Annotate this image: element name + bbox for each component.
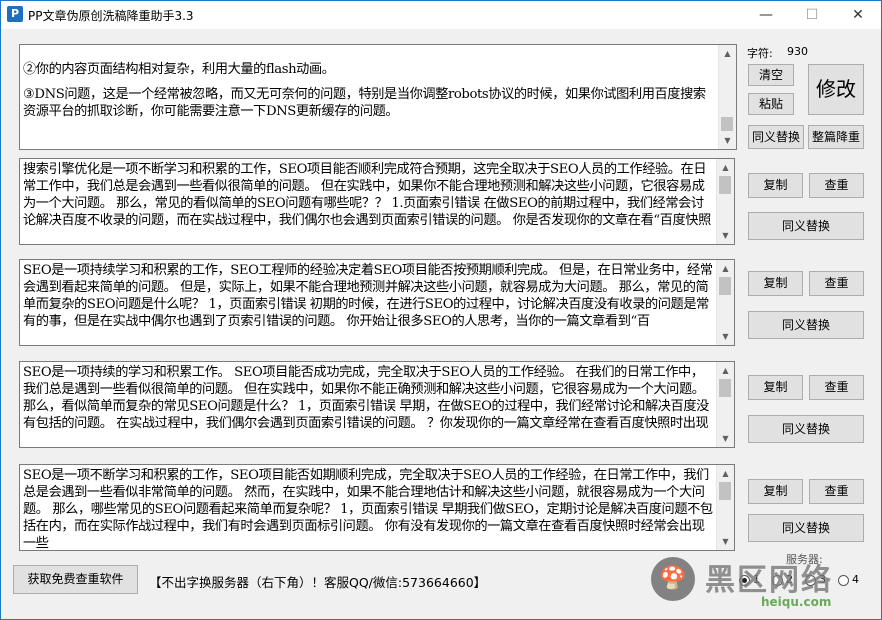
scroll-thumb[interactable]	[719, 277, 731, 295]
watermark-brand: 黑区网络	[705, 563, 833, 598]
check-duplicate-button-1[interactable]: 查重	[809, 173, 864, 198]
paste-button[interactable]: 粘贴	[748, 93, 794, 115]
result-synonym-button-3[interactable]: 同义替换	[748, 415, 864, 443]
get-free-software-button[interactable]: 获取免费查重软件	[13, 565, 138, 594]
copy-button-3[interactable]: 复制	[748, 375, 803, 400]
full-rewrite-button[interactable]: 整篇降重	[808, 125, 864, 149]
scroll-down-icon[interactable]: ▼	[717, 227, 734, 244]
app-logo-icon: P	[7, 6, 23, 22]
close-button[interactable]: ✕	[835, 1, 881, 29]
scroll-up-icon[interactable]: ▲	[717, 260, 734, 277]
watermark-url: heiqu.com	[761, 595, 832, 609]
result-scrollbar[interactable]: ▲ ▼	[716, 260, 734, 345]
clear-button[interactable]: 清空	[748, 64, 794, 86]
result-editor-2[interactable]: SEO是一项持续学习和积累的工作，SEO工程师的经验决定着SEO项目能否按预期顺…	[19, 259, 735, 346]
window-title: PP文章伪原创洗稿降重助手3.3	[28, 9, 194, 23]
site-watermark: 🍄 黑区网络 heiqu.com	[643, 551, 881, 619]
scroll-up-icon[interactable]: ▲	[719, 45, 736, 62]
scroll-thumb[interactable]	[719, 176, 731, 194]
app-window: P PP文章伪原创洗稿降重助手3.3 — ☐ ✕ ②你的内容页面结构相对复杂，利…	[0, 0, 882, 620]
scroll-down-icon[interactable]: ▼	[717, 430, 734, 447]
check-duplicate-button-2[interactable]: 查重	[809, 271, 864, 296]
editor-scrollbar[interactable]: ▲ ▼	[718, 45, 736, 149]
scroll-down-icon[interactable]: ▼	[717, 328, 734, 345]
result-editor-4[interactable]: SEO是一项不断学习和积累的工作，SEO项目能否如期顺利完成，完全取决于SEO人…	[19, 464, 735, 551]
source-text-editor[interactable]: ②你的内容页面结构相对复杂，利用大量的flash动画。 ③DNS问题，这是一个经…	[19, 44, 737, 150]
scroll-down-icon[interactable]: ▼	[717, 533, 734, 550]
scroll-thumb[interactable]	[719, 379, 731, 397]
result-text: 搜索引擎优化是一项不断学习和积累的工作，SEO项目能否顺利完成符合预期，这完全取…	[23, 162, 711, 228]
scroll-up-icon[interactable]: ▲	[717, 465, 734, 482]
result-scrollbar[interactable]: ▲ ▼	[716, 159, 734, 244]
copy-button-4[interactable]: 复制	[748, 479, 803, 504]
editor-paragraph: ③DNS问题，这是一个经常被忽略，而又无可奈何的问题，特别是当你调整robots…	[23, 87, 706, 119]
scroll-thumb[interactable]	[721, 117, 733, 131]
result-synonym-button-2[interactable]: 同义替换	[748, 311, 864, 339]
result-text: SEO是一项不断学习和积累的工作，SEO项目能否如期顺利完成，完全取决于SEO人…	[23, 468, 713, 551]
result-text: SEO是一项持续的学习和积累工作。 SEO项目能否成功完成，完全取决于SEO人员…	[23, 365, 709, 431]
char-count-label: 字符:	[747, 47, 773, 60]
scroll-up-icon[interactable]: ▲	[717, 362, 734, 379]
scroll-up-icon[interactable]: ▲	[717, 159, 734, 176]
result-scrollbar[interactable]: ▲ ▼	[716, 362, 734, 447]
scroll-down-icon[interactable]: ▼	[719, 132, 736, 149]
editor-paragraph: ②你的内容页面结构相对复杂，利用大量的flash动画。	[23, 62, 335, 77]
maximize-button[interactable]: ☐	[789, 1, 835, 29]
minimize-button[interactable]: —	[743, 1, 789, 29]
mushroom-logo-icon: 🍄	[651, 557, 695, 601]
result-synonym-button-1[interactable]: 同义替换	[748, 212, 864, 240]
check-duplicate-button-4[interactable]: 查重	[809, 479, 864, 504]
scroll-thumb[interactable]	[719, 482, 731, 500]
modify-button[interactable]: 修改	[808, 64, 864, 115]
synonym-replace-button[interactable]: 同义替换	[748, 125, 804, 149]
copy-button-2[interactable]: 复制	[748, 271, 803, 296]
title-bar[interactable]: P PP文章伪原创洗稿降重助手3.3 — ☐ ✕	[1, 1, 881, 29]
result-editor-1[interactable]: 搜索引擎优化是一项不断学习和积累的工作，SEO项目能否顺利完成符合预期，这完全取…	[19, 158, 735, 245]
result-editor-3[interactable]: SEO是一项持续的学习和积累工作。 SEO项目能否成功完成，完全取决于SEO人员…	[19, 361, 735, 448]
result-synonym-button-4[interactable]: 同义替换	[748, 514, 864, 542]
check-duplicate-button-3[interactable]: 查重	[809, 375, 864, 400]
copy-button-1[interactable]: 复制	[748, 173, 803, 198]
service-notice: 【不出字换服务器（右下角）！客服QQ/微信:573664660】	[149, 575, 487, 590]
result-text: SEO是一项持续学习和积累的工作，SEO工程师的经验决定着SEO项目能否按预期顺…	[23, 263, 713, 329]
char-count-value: 930	[787, 45, 808, 58]
result-scrollbar[interactable]: ▲ ▼	[716, 465, 734, 550]
